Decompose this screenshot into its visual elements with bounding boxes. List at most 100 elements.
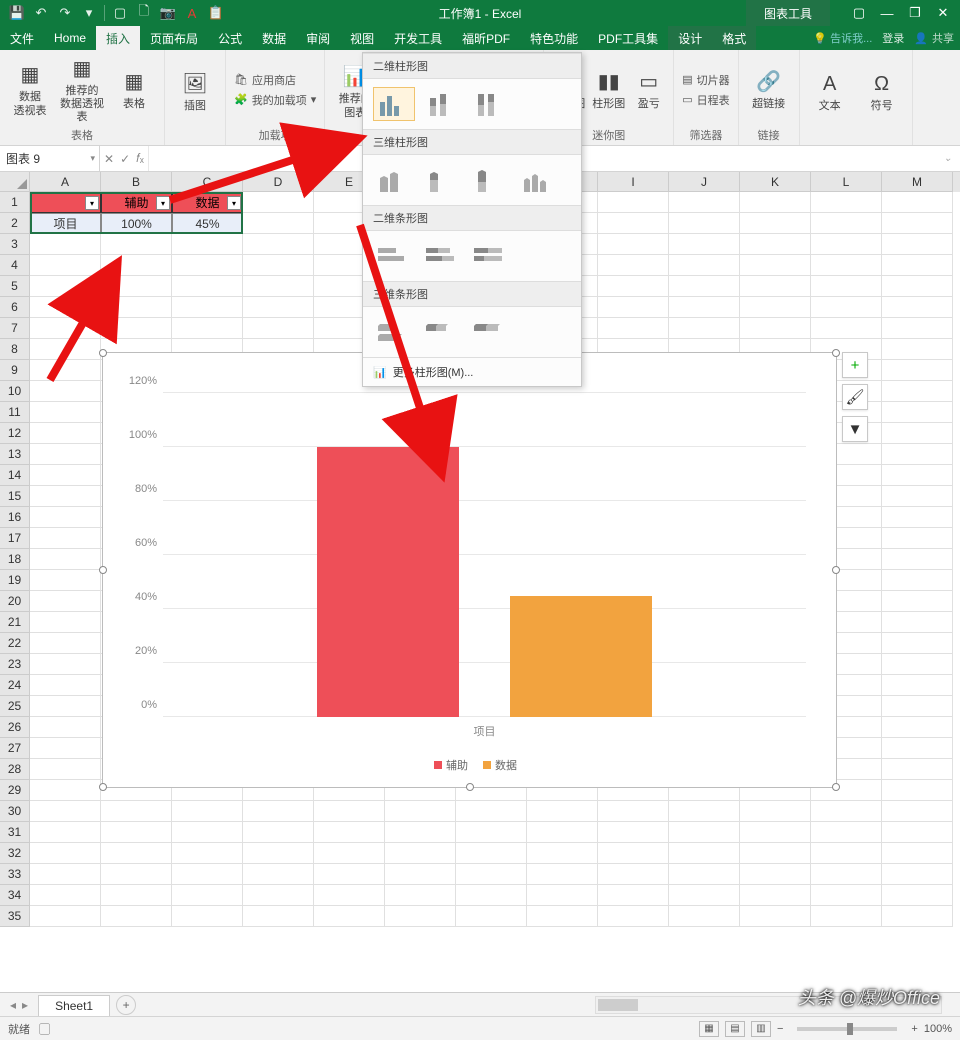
row-header-24[interactable]: 24	[0, 675, 30, 696]
cell[interactable]	[243, 885, 314, 906]
fx-icon[interactable]: 𝑓ₓ	[136, 151, 144, 166]
cell[interactable]	[30, 234, 101, 255]
row-header-1[interactable]: 1	[0, 192, 30, 213]
cell[interactable]	[740, 213, 811, 234]
cell[interactable]	[740, 192, 811, 213]
cell[interactable]	[811, 885, 882, 906]
cell[interactable]	[30, 843, 101, 864]
cell[interactable]	[882, 549, 953, 570]
my-addins-button[interactable]: 🧩 我的加载项 ▾	[234, 92, 316, 108]
cell[interactable]	[669, 276, 740, 297]
row-header-19[interactable]: 19	[0, 570, 30, 591]
clustered-bar-option[interactable]	[373, 239, 415, 273]
tab-data[interactable]: 数据	[252, 26, 296, 50]
3d-column-option[interactable]	[517, 163, 559, 197]
cell[interactable]	[882, 780, 953, 801]
row-header-8[interactable]: 8	[0, 339, 30, 360]
cell[interactable]	[882, 213, 953, 234]
cell[interactable]	[101, 234, 172, 255]
cell[interactable]: 数据▾	[172, 192, 243, 213]
row-header-28[interactable]: 28	[0, 759, 30, 780]
cell[interactable]	[30, 612, 101, 633]
tab-view[interactable]: 视图	[340, 26, 384, 50]
cell[interactable]	[669, 864, 740, 885]
cell[interactable]	[101, 801, 172, 822]
cell[interactable]	[598, 822, 669, 843]
100-stacked-bar-option[interactable]	[469, 239, 511, 273]
cell[interactable]	[243, 192, 314, 213]
cell[interactable]	[30, 822, 101, 843]
cell[interactable]	[740, 318, 811, 339]
row-header-35[interactable]: 35	[0, 906, 30, 927]
tab-formulas[interactable]: 公式	[208, 26, 252, 50]
zoom-level[interactable]: 100%	[924, 1023, 952, 1035]
cell[interactable]	[598, 906, 669, 927]
slicer-button[interactable]: ▤ 切片器	[682, 72, 729, 88]
cell[interactable]	[30, 444, 101, 465]
cell[interactable]	[30, 906, 101, 927]
cell[interactable]	[669, 822, 740, 843]
filter-dropdown-icon[interactable]: ▾	[227, 196, 241, 210]
zoom-in-icon[interactable]: +	[911, 1023, 917, 1035]
cell[interactable]	[740, 822, 811, 843]
cell[interactable]	[527, 822, 598, 843]
cell[interactable]	[314, 822, 385, 843]
row-header-20[interactable]: 20	[0, 591, 30, 612]
row-header-18[interactable]: 18	[0, 549, 30, 570]
cell[interactable]	[456, 885, 527, 906]
redo-icon[interactable]: ↷	[54, 3, 76, 23]
row-header-10[interactable]: 10	[0, 381, 30, 402]
cell[interactable]	[882, 465, 953, 486]
cell[interactable]	[456, 843, 527, 864]
cell[interactable]	[314, 843, 385, 864]
cell[interactable]	[101, 276, 172, 297]
cell[interactable]	[243, 843, 314, 864]
sheet-nav-last-icon[interactable]: ▸	[22, 998, 28, 1012]
cell[interactable]	[30, 738, 101, 759]
cell[interactable]	[30, 633, 101, 654]
cell[interactable]	[740, 801, 811, 822]
row-header-34[interactable]: 34	[0, 885, 30, 906]
text-button[interactable]: A文本	[808, 70, 852, 113]
cell[interactable]	[30, 507, 101, 528]
cell[interactable]	[811, 822, 882, 843]
cell[interactable]	[882, 843, 953, 864]
cell[interactable]	[30, 402, 101, 423]
cell[interactable]	[740, 843, 811, 864]
cell[interactable]	[811, 213, 882, 234]
tab-pagelayout[interactable]: 页面布局	[140, 26, 208, 50]
cell[interactable]	[598, 801, 669, 822]
cell[interactable]	[882, 654, 953, 675]
chart-bar-series1[interactable]	[317, 447, 458, 717]
cell[interactable]	[882, 423, 953, 444]
col-header-M[interactable]: M	[882, 172, 953, 192]
cell[interactable]	[172, 864, 243, 885]
cell[interactable]	[669, 885, 740, 906]
filter-dropdown-icon[interactable]: ▾	[85, 196, 99, 210]
cell[interactable]	[30, 381, 101, 402]
cell[interactable]	[882, 801, 953, 822]
cell[interactable]	[30, 570, 101, 591]
row-header-3[interactable]: 3	[0, 234, 30, 255]
tell-me[interactable]: 💡 告诉我...	[813, 30, 872, 46]
normal-view-icon[interactable]: ▦	[699, 1021, 719, 1037]
cell[interactable]	[811, 906, 882, 927]
cell[interactable]	[172, 906, 243, 927]
cell[interactable]	[882, 318, 953, 339]
cell[interactable]	[598, 864, 669, 885]
cell[interactable]	[385, 864, 456, 885]
cell[interactable]	[811, 276, 882, 297]
cell[interactable]	[172, 318, 243, 339]
cell[interactable]	[101, 906, 172, 927]
cell[interactable]: 辅助▾	[101, 192, 172, 213]
cell[interactable]	[172, 255, 243, 276]
name-box[interactable]: 图表 9	[0, 146, 100, 171]
cell[interactable]	[172, 297, 243, 318]
cell[interactable]	[811, 864, 882, 885]
cell[interactable]	[882, 381, 953, 402]
cell[interactable]	[882, 255, 953, 276]
row-header-16[interactable]: 16	[0, 507, 30, 528]
cell[interactable]	[598, 213, 669, 234]
new-icon[interactable]: ▢	[109, 3, 131, 23]
col-header-A[interactable]: A	[30, 172, 101, 192]
